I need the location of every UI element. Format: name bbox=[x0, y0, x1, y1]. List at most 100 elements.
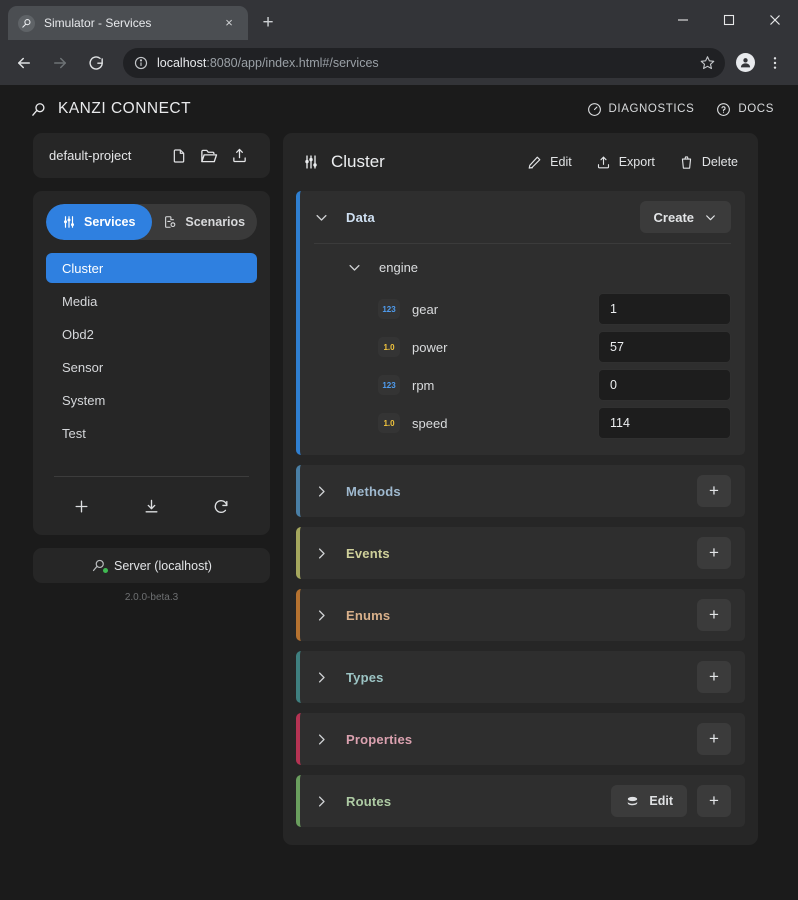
upload-icon bbox=[596, 155, 611, 170]
script-document-icon bbox=[163, 215, 177, 229]
create-button[interactable]: Create bbox=[640, 201, 731, 233]
browser-toolbar: localhost:8080/app/index.html#/services bbox=[0, 40, 798, 85]
refresh-services-icon[interactable] bbox=[207, 491, 237, 521]
window-minimize-button[interactable] bbox=[660, 0, 706, 40]
section-enums[interactable]: Enums + bbox=[296, 589, 745, 641]
browser-tab[interactable]: Simulator - Services × bbox=[8, 6, 248, 40]
chevron-down-icon bbox=[704, 211, 717, 224]
docs-link[interactable]: DOCS bbox=[716, 102, 774, 117]
section-methods[interactable]: Methods + bbox=[296, 465, 745, 517]
field-label: rpm bbox=[412, 378, 586, 393]
section-data-header[interactable]: Data Create bbox=[300, 191, 745, 243]
section-properties-header[interactable]: Properties + bbox=[300, 713, 745, 765]
section-enums-header[interactable]: Enums + bbox=[300, 589, 745, 641]
add-method-button[interactable]: + bbox=[697, 475, 731, 507]
app-brand[interactable]: KANZI CONNECT bbox=[30, 100, 191, 118]
reload-button[interactable] bbox=[81, 48, 111, 78]
tab-services[interactable]: Services bbox=[46, 204, 152, 240]
chevron-right-icon[interactable] bbox=[312, 608, 330, 623]
server-connected-icon bbox=[91, 558, 106, 573]
chevron-right-icon[interactable] bbox=[312, 794, 330, 809]
sidebar-item-media[interactable]: Media bbox=[46, 286, 257, 316]
sidebar-item-sensor[interactable]: Sensor bbox=[46, 352, 257, 382]
section-routes[interactable]: Routes Edit + bbox=[296, 775, 745, 827]
add-route-button[interactable]: + bbox=[697, 785, 731, 817]
field-value-input[interactable]: 1 bbox=[598, 293, 731, 325]
favicon-icon bbox=[18, 15, 35, 32]
section-data-body: engine 123 gear 1 1.0 power 57 bbox=[300, 244, 745, 455]
chevron-right-icon[interactable] bbox=[312, 732, 330, 747]
data-field-row: 123 gear 1 bbox=[300, 290, 745, 328]
section-properties[interactable]: Properties + bbox=[296, 713, 745, 765]
section-methods-label: Methods bbox=[346, 484, 401, 499]
sidebar-item-obd2[interactable]: Obd2 bbox=[46, 319, 257, 349]
server-status-bar[interactable]: Server (localhost) bbox=[33, 548, 270, 583]
page-title: Cluster bbox=[303, 152, 385, 172]
field-value-input[interactable]: 57 bbox=[598, 331, 731, 363]
window-maximize-button[interactable] bbox=[706, 0, 752, 40]
edit-routes-button[interactable]: Edit bbox=[611, 785, 687, 817]
section-types-actions: + bbox=[697, 661, 731, 693]
delete-service-button[interactable]: Delete bbox=[679, 155, 738, 170]
section-events-header[interactable]: Events + bbox=[300, 527, 745, 579]
section-list: Data Create bbox=[283, 191, 758, 827]
service-label: Sensor bbox=[62, 360, 103, 375]
edit-label: Edit bbox=[550, 155, 572, 169]
main-header: Cluster Edit Export bbox=[283, 133, 758, 191]
browser-menu-button[interactable] bbox=[761, 49, 789, 77]
field-value-input[interactable]: 0 bbox=[598, 369, 731, 401]
add-event-button[interactable]: + bbox=[697, 537, 731, 569]
import-service-icon[interactable] bbox=[136, 491, 166, 521]
section-events-label: Events bbox=[346, 546, 390, 561]
add-service-icon[interactable] bbox=[66, 491, 96, 521]
section-types-header[interactable]: Types + bbox=[300, 651, 745, 703]
trash-icon bbox=[679, 155, 694, 170]
chevron-right-icon[interactable] bbox=[312, 484, 330, 499]
profile-button[interactable] bbox=[731, 49, 759, 77]
toolbar-right bbox=[731, 49, 789, 77]
sidebar-item-test[interactable]: Test bbox=[46, 418, 257, 448]
sliders-icon bbox=[303, 154, 319, 170]
data-group-engine[interactable]: engine bbox=[300, 244, 745, 290]
section-methods-header[interactable]: Methods + bbox=[300, 465, 745, 517]
section-events[interactable]: Events + bbox=[296, 527, 745, 579]
section-routes-header[interactable]: Routes Edit + bbox=[300, 775, 745, 827]
section-properties-actions: + bbox=[697, 723, 731, 755]
chevron-right-icon[interactable] bbox=[312, 546, 330, 561]
app-root: KANZI CONNECT DIAGNOSTICS DOCS default-p… bbox=[0, 85, 798, 900]
tab-close-icon[interactable]: × bbox=[220, 14, 238, 32]
back-button[interactable] bbox=[9, 48, 39, 78]
section-data-label: Data bbox=[346, 210, 375, 225]
address-bar[interactable]: localhost:8080/app/index.html#/services bbox=[123, 48, 725, 78]
chevron-down-icon[interactable] bbox=[345, 260, 363, 275]
chevron-right-icon[interactable] bbox=[312, 670, 330, 685]
chevron-down-icon[interactable] bbox=[312, 210, 330, 225]
add-property-button[interactable]: + bbox=[697, 723, 731, 755]
field-label: speed bbox=[412, 416, 586, 431]
export-service-button[interactable]: Export bbox=[596, 155, 655, 170]
field-label: gear bbox=[412, 302, 586, 317]
edit-service-button[interactable]: Edit bbox=[527, 155, 572, 170]
field-value-input[interactable]: 114 bbox=[598, 407, 731, 439]
upload-icon[interactable] bbox=[224, 143, 254, 169]
new-file-icon[interactable] bbox=[164, 143, 194, 169]
site-info-icon[interactable] bbox=[134, 56, 148, 70]
diagnostics-link[interactable]: DIAGNOSTICS bbox=[587, 102, 695, 117]
sidebar-item-cluster[interactable]: Cluster bbox=[46, 253, 257, 283]
section-types[interactable]: Types + bbox=[296, 651, 745, 703]
bookmark-star-icon[interactable] bbox=[700, 55, 715, 70]
section-data-actions: Create bbox=[640, 201, 731, 233]
main-actions: Edit Export Delete bbox=[527, 155, 738, 170]
sidebar-item-system[interactable]: System bbox=[46, 385, 257, 415]
section-properties-label: Properties bbox=[346, 732, 412, 747]
window-close-button[interactable] bbox=[752, 0, 798, 40]
forward-button[interactable] bbox=[45, 48, 75, 78]
new-tab-button[interactable]: + bbox=[254, 9, 282, 37]
tab-scenarios[interactable]: Scenarios bbox=[152, 204, 258, 240]
open-folder-icon[interactable] bbox=[194, 143, 224, 169]
app-header-links: DIAGNOSTICS DOCS bbox=[587, 102, 774, 117]
add-enum-button[interactable]: + bbox=[697, 599, 731, 631]
add-type-button[interactable]: + bbox=[697, 661, 731, 693]
pencil-icon bbox=[527, 155, 542, 170]
app-brand-label: KANZI CONNECT bbox=[58, 100, 191, 118]
